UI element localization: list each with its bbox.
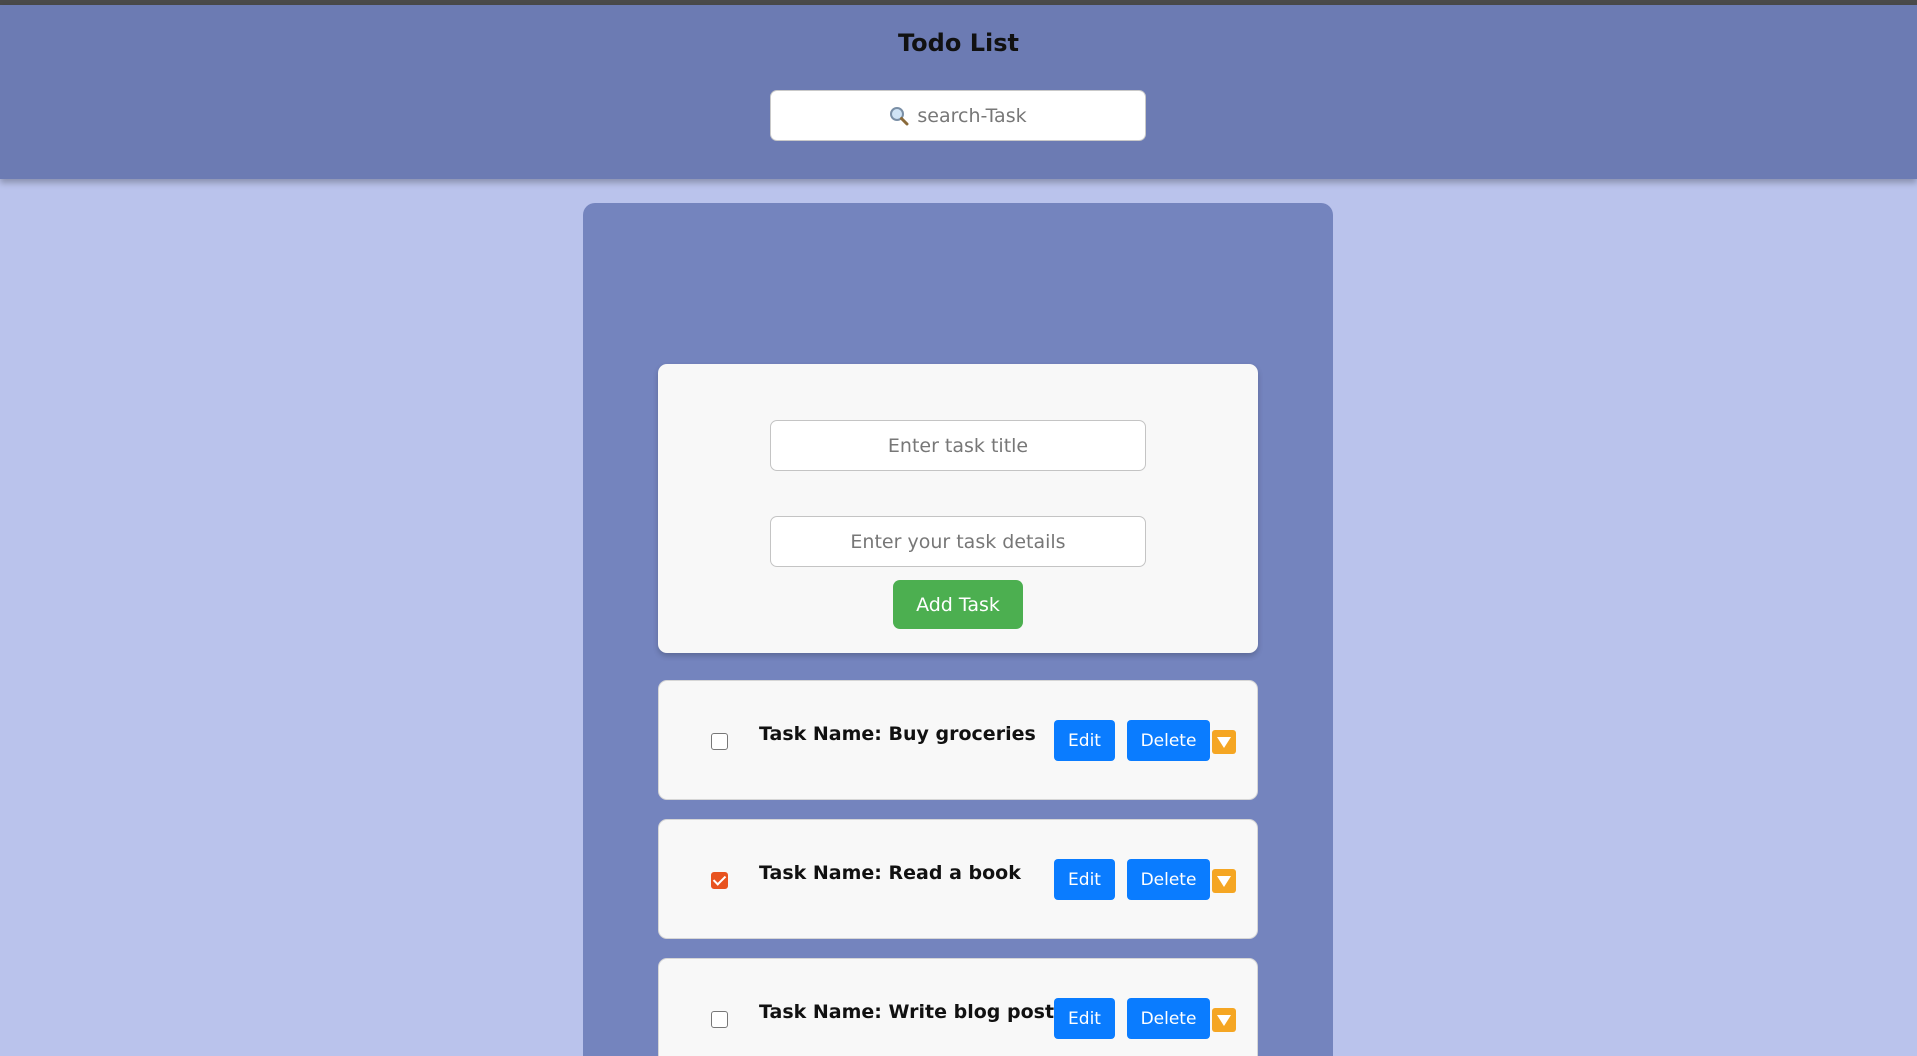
task-title-placeholder: Enter task title	[887, 434, 1029, 457]
task-complete-checkbox[interactable]	[711, 872, 728, 889]
task-item: Task Name: Write blog post Edit Delete	[658, 958, 1258, 1056]
delete-task-button[interactable]: Delete	[1127, 998, 1210, 1039]
edit-task-button[interactable]: Edit	[1054, 998, 1115, 1039]
search-placeholder: search-Task	[917, 104, 1027, 127]
task-name: Task Name: Write blog post	[759, 1001, 1055, 1023]
task-details-placeholder: Enter your task details	[850, 530, 1066, 553]
task-item: Task Name: Read a book Edit Delete	[658, 819, 1258, 939]
task-item: Task Name: Buy groceries Edit Delete	[658, 680, 1258, 800]
expand-down-icon[interactable]	[1212, 1008, 1236, 1032]
delete-task-button[interactable]: Delete	[1127, 720, 1210, 761]
task-title-input[interactable]: Enter task title	[770, 420, 1146, 471]
task-details-input[interactable]: Enter your task details	[770, 516, 1146, 567]
task-complete-checkbox[interactable]	[711, 1011, 728, 1028]
task-name: Task Name: Buy groceries	[759, 723, 1036, 745]
page-title: Todo List	[898, 29, 1019, 57]
edit-task-button[interactable]: Edit	[1054, 859, 1115, 900]
delete-task-button[interactable]: Delete	[1127, 859, 1210, 900]
expand-down-icon[interactable]	[1212, 869, 1236, 893]
task-name: Task Name: Read a book	[759, 862, 1021, 884]
search-input[interactable]: search-Task	[770, 90, 1146, 141]
edit-task-button[interactable]: Edit	[1054, 720, 1115, 761]
task-complete-checkbox[interactable]	[711, 733, 728, 750]
add-task-button[interactable]: Add Task	[893, 580, 1023, 629]
app-header: Todo List search-Task	[0, 5, 1917, 179]
search-icon	[889, 106, 909, 126]
expand-down-icon[interactable]	[1212, 730, 1236, 754]
